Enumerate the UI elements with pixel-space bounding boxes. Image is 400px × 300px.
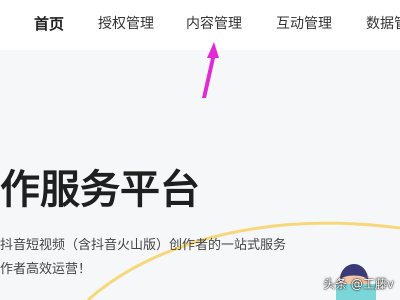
hero-subtitle-line2: 作者高效运营！ (0, 262, 92, 277)
hero-title: 作服务平台 (0, 167, 200, 213)
hero-subtitle-line1: 抖音短视频（含抖音火山版）创作者的一站式服务 (0, 238, 287, 253)
watermark: 头条 @工藤v (323, 277, 394, 291)
nav-authorization-management[interactable]: 授权管理 (98, 14, 154, 34)
nav-interaction-management[interactable]: 互动管理 (276, 14, 332, 34)
nav-data-management[interactable]: 数据管 (366, 14, 400, 34)
top-navigation: 首页 授权管理 内容管理 互动管理 数据管 (0, 0, 400, 50)
nav-content-management[interactable]: 内容管理 (186, 14, 242, 34)
nav-home[interactable]: 首页 (34, 14, 64, 34)
